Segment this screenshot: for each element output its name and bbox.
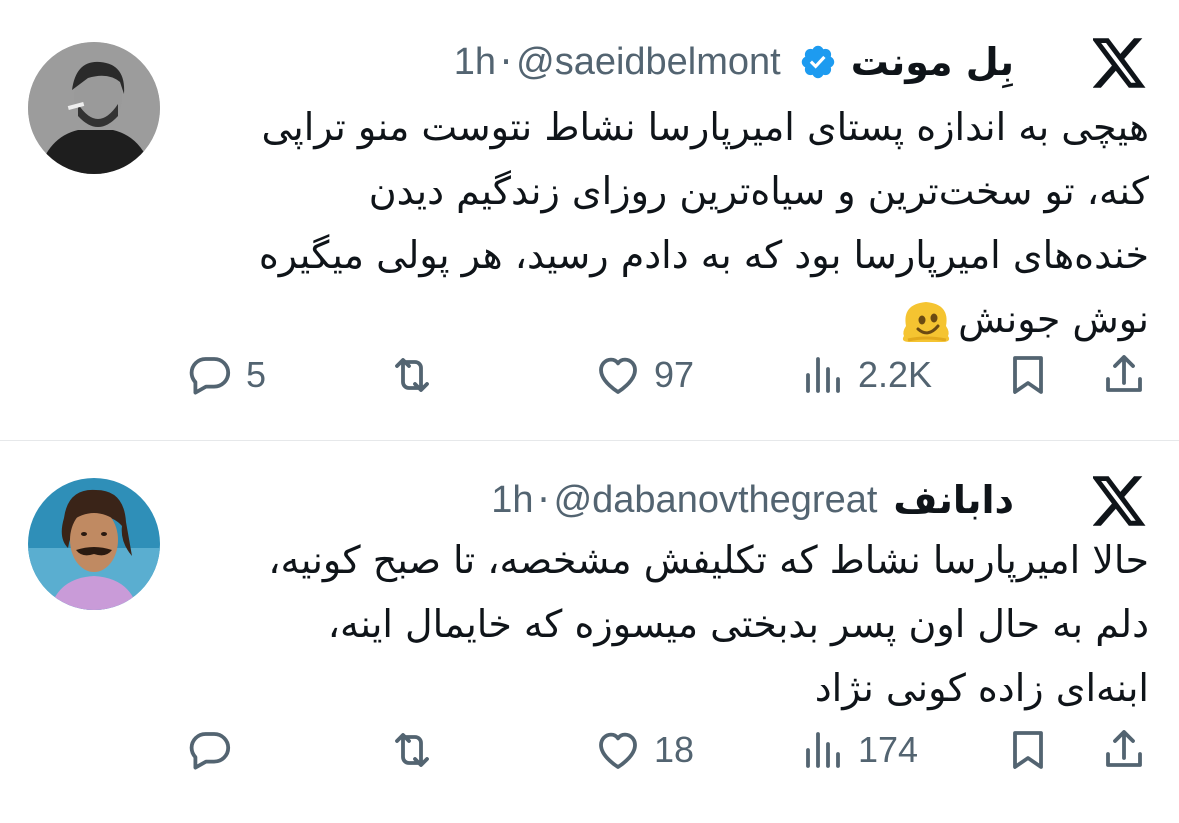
timestamp[interactable]: 1h xyxy=(454,41,496,84)
bookmark-icon xyxy=(1013,731,1043,769)
avatar[interactable] xyxy=(28,42,160,174)
author-name[interactable]: دابانف xyxy=(893,478,1014,522)
retweet-icon xyxy=(395,733,429,767)
tweet-card[interactable]: بِل مونت @saeidbelmont · 1h هیچی به اندا… xyxy=(0,0,1179,440)
views-icon xyxy=(806,357,840,393)
share-icon xyxy=(1106,355,1142,392)
tweet-actions: 5 97 2.2K xyxy=(0,345,1179,405)
tweet-text: هیچی به اندازه پستای امیرپارسا نشاط نتوس… xyxy=(149,95,1149,351)
tweet-body: حالا امیرپارسا نشاط که تکلیفش مشخصه، تا … xyxy=(268,538,1149,710)
dot-separator: · xyxy=(537,478,550,522)
retweet-icon xyxy=(395,358,429,392)
verified-badge-icon xyxy=(799,43,837,81)
bookmark-button[interactable] xyxy=(1004,720,1052,780)
like-count: 97 xyxy=(654,354,695,395)
views-button[interactable]: 2.2K xyxy=(798,345,932,405)
avatar[interactable] xyxy=(28,478,160,610)
views-count: 174 xyxy=(858,729,919,770)
tweet-card[interactable]: دابانف @dabanovthegreat · 1h حالا امیرپا… xyxy=(0,441,1179,823)
views-icon xyxy=(806,732,840,768)
bookmark-icon xyxy=(1013,356,1043,394)
views-button[interactable]: 174 xyxy=(798,720,918,780)
x-logo-icon xyxy=(1091,476,1147,526)
retweet-button[interactable] xyxy=(388,720,448,780)
share-button[interactable] xyxy=(1100,345,1148,405)
like-count: 18 xyxy=(654,729,695,770)
like-button[interactable]: 97 xyxy=(594,345,694,405)
heart-icon xyxy=(599,732,637,769)
timestamp[interactable]: 1h xyxy=(491,479,533,522)
reply-icon xyxy=(189,732,231,770)
tweet-header: دابانف @dabanovthegreat · 1h xyxy=(491,475,1014,525)
retweet-button[interactable] xyxy=(388,345,448,405)
reply-icon xyxy=(189,357,231,395)
heart-icon xyxy=(599,357,637,394)
reply-button[interactable] xyxy=(186,720,246,780)
views-count: 2.2K xyxy=(858,354,933,395)
reply-button[interactable]: 5 xyxy=(186,345,266,405)
author-handle[interactable]: @dabanovthegreat xyxy=(554,479,878,522)
share-button[interactable] xyxy=(1100,720,1148,780)
dot-separator: · xyxy=(500,40,513,84)
melting-face-icon xyxy=(898,296,954,346)
author-handle[interactable]: @saeidbelmont xyxy=(516,41,781,84)
share-icon xyxy=(1106,730,1142,767)
tweet-body: هیچی به اندازه پستای امیرپارسا نشاط نتوس… xyxy=(258,105,1149,341)
bookmark-button[interactable] xyxy=(1004,345,1052,405)
tweet-text: حالا امیرپارسا نشاط که تکلیفش مشخصه، تا … xyxy=(149,528,1149,720)
tweet-header: بِل مونت @saeidbelmont · 1h xyxy=(454,37,1014,87)
tweet-actions: 18 174 xyxy=(0,720,1179,780)
x-logo-icon xyxy=(1091,38,1147,88)
author-name[interactable]: بِل مونت xyxy=(851,40,1014,84)
like-button[interactable]: 18 xyxy=(594,720,694,780)
reply-count: 5 xyxy=(246,354,267,395)
